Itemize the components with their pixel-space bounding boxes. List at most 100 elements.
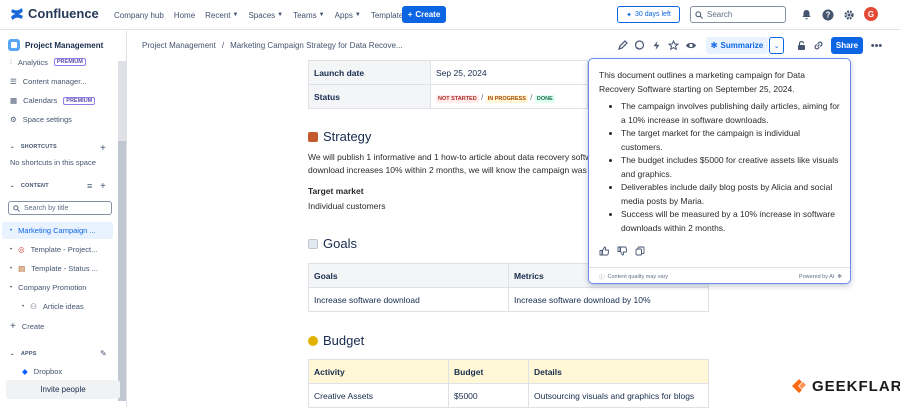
search-icon <box>13 204 20 212</box>
chevron-down-icon: ⌄ <box>773 42 780 50</box>
breadcrumb-space[interactable]: Project Management <box>142 41 216 50</box>
nav-company-hub[interactable]: Company hub <box>114 11 164 20</box>
breadcrumb: Project Management / Marketing Campaign … <box>142 41 403 50</box>
svg-text:?: ? <box>825 10 830 19</box>
sidebar-item-space-settings[interactable]: ⚙ Space settings <box>10 115 72 124</box>
lightning-icon[interactable] <box>650 39 663 52</box>
sidebar-item-content-manager[interactable]: ☰ Content manager... <box>10 77 87 86</box>
goals-header-goals: Goals <box>308 263 509 288</box>
launch-date-value[interactable]: Sep 25, 2024 <box>430 60 588 85</box>
summary-bullet: The campaign involves publishing daily a… <box>621 100 843 127</box>
tree-item-template-status[interactable]: • ▤ Template - Status ... <box>10 264 98 273</box>
notifications-icon[interactable] <box>800 8 813 21</box>
chevron-down-icon: ▼ <box>318 12 325 18</box>
sidebar-item-dropbox[interactable]: ◆ Dropbox <box>22 367 62 376</box>
sidebar-item-calendars[interactable]: ▦ Calendars PREMIUM <box>10 96 96 105</box>
edit-apps-icon[interactable]: ✎ <box>100 349 107 358</box>
bullet-icon: • <box>10 265 13 272</box>
nav-apps[interactable]: Apps ▼ <box>335 11 361 20</box>
strategy-heading-text: Strategy <box>323 129 372 144</box>
tree-item-article-ideas[interactable]: • ⚇ Article ideas <box>22 302 84 311</box>
add-shortcut-icon[interactable]: + <box>100 143 106 154</box>
sidebar-item-analytics[interactable]: ⫶ Analytics PREMIUM <box>10 57 86 67</box>
copy-icon[interactable] <box>635 246 645 256</box>
list-icon: ☰ <box>10 77 17 86</box>
status-done[interactable]: DONE <box>534 94 555 103</box>
gear-icon[interactable] <box>842 8 855 21</box>
budget-table: Activity Budget Details Creative Assets … <box>308 359 709 408</box>
nav-spaces[interactable]: Spaces ▼ <box>248 11 283 20</box>
strategy-heading: Strategy <box>308 129 371 144</box>
goals-heading: Goals <box>308 236 357 251</box>
content-section[interactable]: ⌄ CONTENT <box>10 183 49 189</box>
tree-item-label: Template - Status ... <box>31 264 98 273</box>
help-icon[interactable]: ? <box>821 8 834 21</box>
sidebar-scroll-thumb[interactable] <box>118 141 126 401</box>
thumbs-up-icon[interactable] <box>599 246 609 256</box>
bullet-icon: • <box>10 246 13 253</box>
summarize-button[interactable]: ✻ Summarize <box>706 37 768 54</box>
tree-item-label: Company Promotion <box>18 283 87 292</box>
invite-people-button[interactable]: Invite people <box>6 380 120 399</box>
top-navigation-bar: Confluence Company hub Home Recent ▼ Spac… <box>0 0 900 30</box>
budget-heading: Budget <box>308 333 364 348</box>
goals-cell: Increase software download by 10% <box>508 287 709 312</box>
sidebar-create-label: Create <box>21 322 45 331</box>
ai-sparkle-icon: ✻ <box>710 41 718 50</box>
nav-apps-label: Apps <box>334 10 353 20</box>
user-avatar[interactable]: G <box>864 7 878 21</box>
geekflare-logo-icon <box>792 379 806 393</box>
comment-icon[interactable] <box>633 39 646 52</box>
chevron-down-icon: ▼ <box>232 12 239 18</box>
shortcuts-section[interactable]: ⌄ SHORTCUTS <box>10 144 57 150</box>
search-icon <box>695 10 703 19</box>
filter-icon[interactable]: ≡ <box>87 181 92 191</box>
ai-sparkle-icon: ✻ <box>837 273 842 280</box>
search-placeholder: Search <box>707 10 733 19</box>
nav-home[interactable]: Home <box>174 11 195 20</box>
premium-badge: PREMIUM <box>63 96 96 105</box>
strategy-line-1: We will publish 1 informative and 1 how-… <box>308 152 592 162</box>
app-name: Confluence <box>28 6 99 21</box>
edit-pencil-icon[interactable] <box>616 39 629 52</box>
add-content-icon[interactable]: + <box>100 181 106 192</box>
book-icon <box>308 131 318 142</box>
sidebar-search-input[interactable]: Search by title <box>8 201 112 215</box>
confluence-icon <box>11 7 23 20</box>
plus-icon: + <box>10 321 16 332</box>
more-actions-icon[interactable]: ••• <box>870 39 883 52</box>
share-button[interactable]: Share <box>831 37 863 54</box>
summarize-dropdown-button[interactable]: ⌄ <box>769 37 784 54</box>
space-header[interactable]: Project Management <box>8 39 103 51</box>
copy-link-icon[interactable] <box>812 39 825 52</box>
bullet-icon: • <box>10 227 13 234</box>
search-input[interactable]: Search <box>690 6 786 23</box>
watch-eye-icon[interactable] <box>684 39 697 52</box>
status-not-started[interactable]: NOT STARTED <box>436 94 479 103</box>
tree-item-template-project[interactable]: • ◎ Template - Project... <box>10 245 97 254</box>
status-in-progress[interactable]: IN PROGRESS <box>485 94 528 103</box>
star-icon[interactable] <box>667 39 680 52</box>
powered-by-text: Powered by AI <box>798 273 835 280</box>
trial-days-button[interactable]: ✦ 30 days left <box>617 6 680 23</box>
thumbs-down-icon[interactable] <box>617 246 627 256</box>
breadcrumb-page[interactable]: Marketing Campaign Strategy for Data Rec… <box>230 41 403 50</box>
budget-cell: Creative Assets <box>308 383 449 408</box>
powered-by-ai[interactable]: Powered by AI ✻ <box>799 274 842 280</box>
nav-recent[interactable]: Recent ▼ <box>205 11 238 20</box>
summarize-label: Summarize <box>720 41 764 50</box>
confluence-logo[interactable]: Confluence <box>10 6 99 21</box>
apps-section[interactable]: ⌄ APPS <box>10 351 37 357</box>
restrictions-lock-icon[interactable] <box>795 39 808 52</box>
status-key: Status <box>308 84 431 109</box>
bullet-icon: • <box>10 284 13 291</box>
chevron-down-icon: ⌄ <box>10 351 15 357</box>
create-button[interactable]: + Create <box>402 6 446 23</box>
goals-heading-text: Goals <box>323 236 357 251</box>
sidebar-create-button[interactable]: + Create <box>10 321 44 332</box>
tree-item-company-promotion[interactable]: • Company Promotion <box>10 283 86 292</box>
space-sidebar: Project Management ⫶ Analytics PREMIUM ☰… <box>0 31 127 407</box>
tree-item-marketing-campaign[interactable]: • Marketing Campaign ... <box>10 226 96 235</box>
nav-teams[interactable]: Teams ▼ <box>293 11 325 20</box>
sidebar-search-placeholder: Search by title <box>24 204 69 212</box>
